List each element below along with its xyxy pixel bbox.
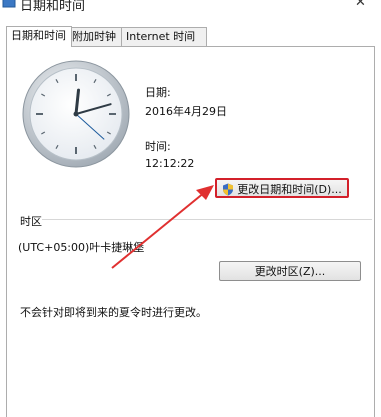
change-date-time-label: 更改日期和时间(D)... (237, 183, 342, 196)
tab-internet-time[interactable]: Internet 时间 (121, 27, 207, 46)
timezone-section-label: 时区 (20, 215, 42, 228)
change-date-time-button[interactable]: 更改日期和时间(D)... (215, 178, 349, 198)
time-label: 时间: (145, 140, 171, 153)
timezone-value: (UTC+05:00)叶卡捷琳堡 (18, 241, 145, 254)
tab-strip: 日期和时间 附加时钟 Internet 时间 (6, 26, 376, 47)
tab-date-and-time[interactable]: 日期和时间 (6, 26, 72, 47)
time-value: 12:12:22 (145, 157, 195, 170)
analog-clock (22, 60, 130, 168)
timezone-divider (42, 219, 372, 220)
tab-additional-clocks[interactable]: 附加时钟 (67, 27, 127, 46)
window-title: 日期和时间 (20, 0, 86, 14)
change-timezone-label: 更改时区(Z)... (254, 265, 326, 278)
change-timezone-button[interactable]: 更改时区(Z)... (219, 261, 361, 281)
close-icon[interactable]: ✕ (355, 0, 366, 10)
date-label: 日期: (145, 86, 171, 99)
title-bar: 日期和时间 ✕ (0, 0, 381, 20)
clock-calendar-icon (2, 0, 16, 8)
date-value: 2016年4月29日 (145, 105, 227, 118)
dst-note: 不会针对即将到来的夏令时进行更改。 (20, 306, 207, 319)
uac-shield-icon (223, 183, 234, 195)
